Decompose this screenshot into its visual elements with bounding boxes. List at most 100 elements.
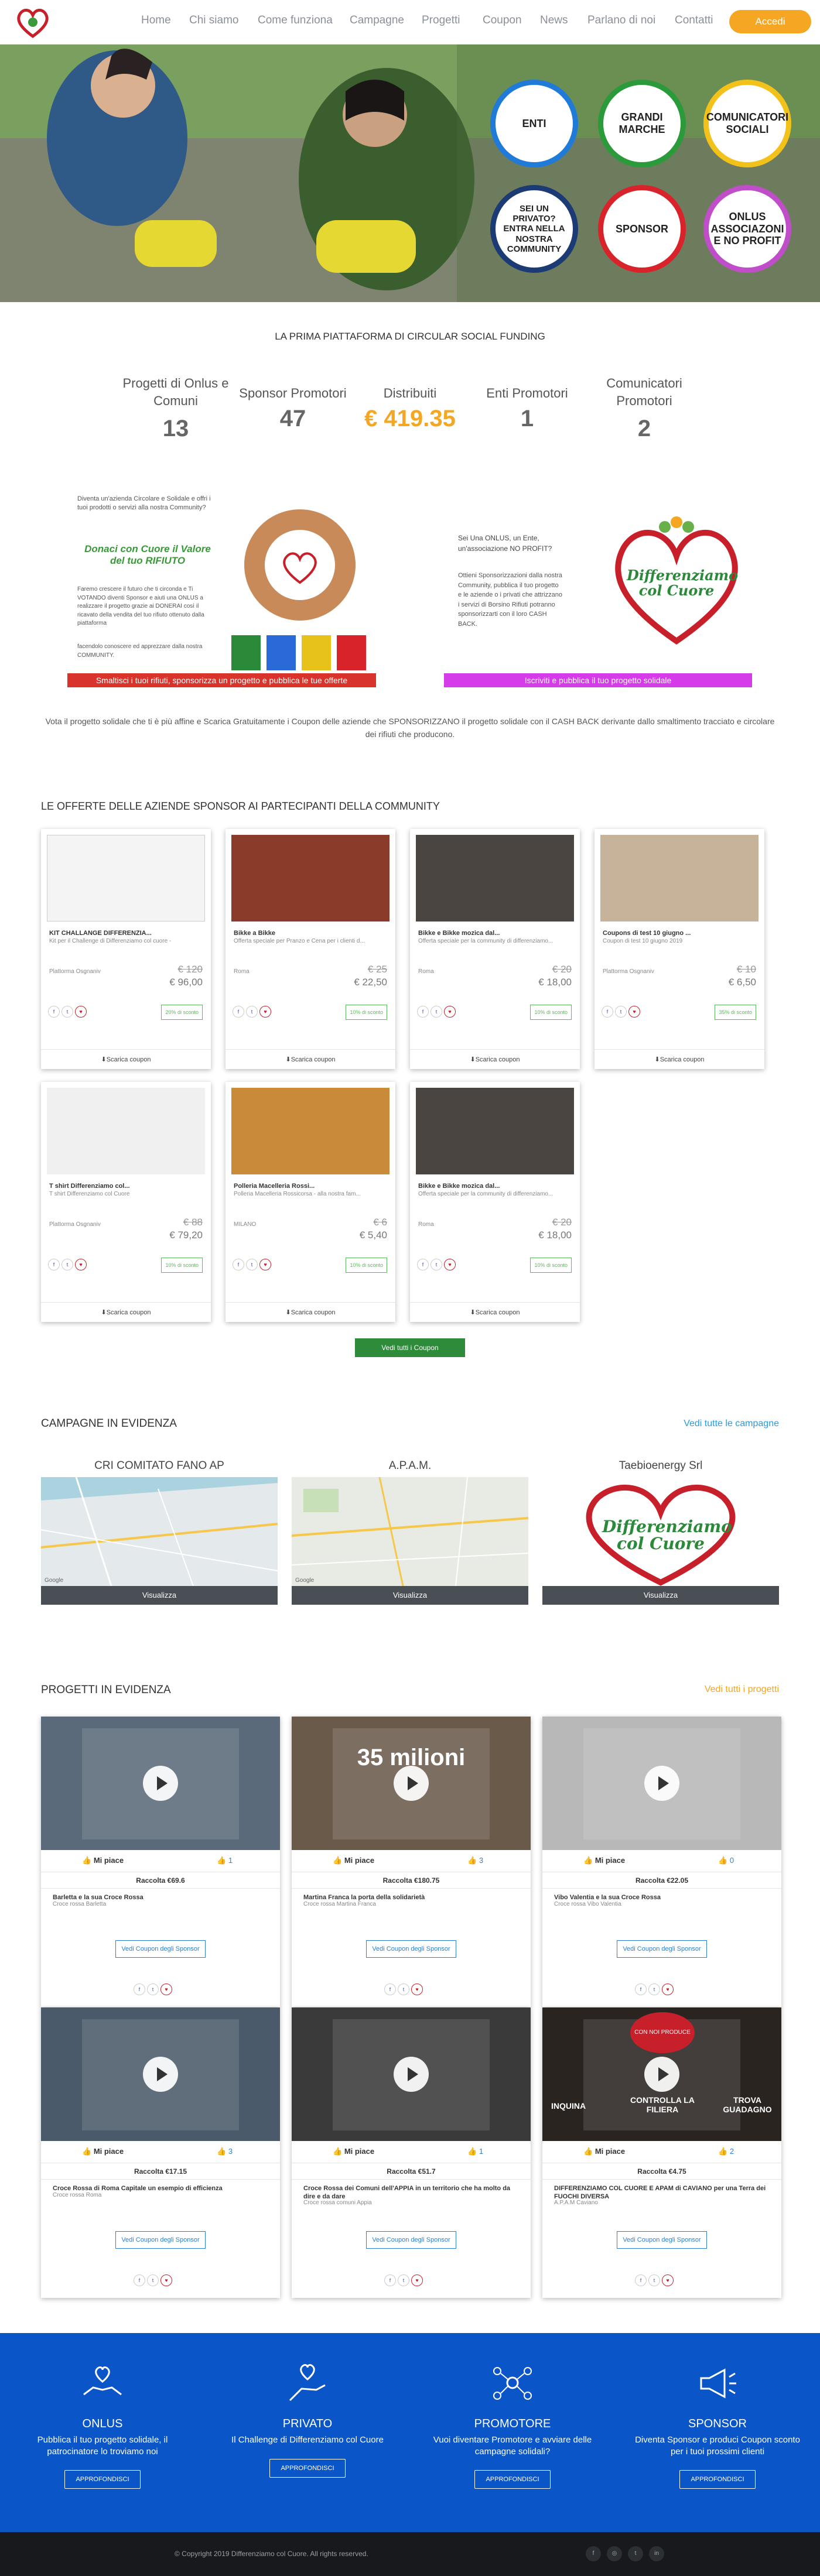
heart-logo-icon[interactable]: ♥ xyxy=(628,1006,640,1018)
twitter-share-icon[interactable]: t xyxy=(398,2274,409,2286)
like-button[interactable]: 👍 Mi piace xyxy=(333,2147,374,2156)
footer-approfondisci-button[interactable]: APPROFONDISCI xyxy=(269,2458,346,2478)
nav-come-funziona[interactable]: Come funziona xyxy=(258,14,333,27)
view-all-projects-link[interactable]: Vedi tutti i progetti xyxy=(674,1684,779,1695)
facebook-share-icon[interactable]: f xyxy=(233,1006,244,1018)
twitter-share-icon[interactable]: t xyxy=(615,1006,627,1018)
twitter-share-icon[interactable]: t xyxy=(430,1259,442,1270)
facebook-share-icon[interactable]: f xyxy=(635,2274,647,2286)
project-video[interactable] xyxy=(542,1717,781,1850)
footer-approfondisci-button[interactable]: APPROFONDISCI xyxy=(679,2470,756,2489)
facebook-share-icon[interactable]: f xyxy=(48,1259,60,1270)
project-card[interactable]: 👍 Mi piace 👍 1 Raccolta €51.7 Croce Rossa d… xyxy=(292,2008,531,2298)
download-coupon-button[interactable]: ⬇Scarica coupon xyxy=(226,1302,395,1322)
campaign-view-button[interactable]: Visualizza xyxy=(41,1586,278,1605)
view-sponsor-coupons-button[interactable]: Vedi Coupon degli Sponsor xyxy=(115,2231,206,2249)
campaign-card[interactable]: CRI COMITATO FANO AP Google Visualizza xyxy=(41,1460,278,1605)
heart-logo-icon[interactable]: ♥ xyxy=(444,1259,456,1270)
heart-logo-icon[interactable]: ♥ xyxy=(259,1006,271,1018)
offer-card[interactable]: Coupons di test 10 giugno ... Coupon di t… xyxy=(594,829,764,1069)
twitter-share-icon[interactable]: t xyxy=(246,1259,258,1270)
project-card[interactable]: CON NOI PRODUCE INQUINA CONTROLLA LA FILIE… xyxy=(542,2008,781,2298)
project-card[interactable]: 👍 Mi piace 👍 1 Raccolta €69.6 Barletta e la… xyxy=(41,1717,280,2007)
offer-card[interactable]: Bikke e Bikke mozica dal... Offerta speci… xyxy=(410,1082,580,1322)
nav-coupon[interactable]: Coupon xyxy=(483,14,522,27)
hero-circle-grandi-marche[interactable]: GRANDI MARCHE xyxy=(598,80,686,167)
nav-campagne[interactable]: Campagne xyxy=(350,14,404,27)
view-sponsor-coupons-button[interactable]: Vedi Coupon degli Sponsor xyxy=(366,2231,456,2249)
offer-card[interactable]: T shirt Differenziamo col... T shirt Diff… xyxy=(41,1082,211,1322)
twitter-icon[interactable]: t xyxy=(628,2546,643,2561)
offer-title[interactable]: KIT CHALLANGE DIFFERENZIA... xyxy=(49,930,203,937)
hero-circle-sponsor[interactable]: SPONSOR xyxy=(598,185,686,273)
twitter-share-icon[interactable]: t xyxy=(147,1984,159,1995)
nav-parlano-di-noi[interactable]: Parlano di noi xyxy=(587,14,655,27)
twitter-share-icon[interactable]: t xyxy=(430,1006,442,1018)
twitter-share-icon[interactable]: t xyxy=(62,1006,73,1018)
facebook-share-icon[interactable]: f xyxy=(635,1984,647,1995)
view-all-coupons-button[interactable]: Vedi tutti i Coupon xyxy=(355,1338,465,1357)
twitter-share-icon[interactable]: t xyxy=(62,1259,73,1270)
campaign-view-button[interactable]: Visualizza xyxy=(542,1586,779,1605)
site-logo[interactable] xyxy=(14,4,52,41)
twitter-share-icon[interactable]: t xyxy=(648,1984,660,1995)
nav-chi-siamo[interactable]: Chi siamo xyxy=(189,14,238,27)
twitter-share-icon[interactable]: t xyxy=(398,1984,409,1995)
play-icon[interactable] xyxy=(143,1766,178,1801)
heart-logo-icon[interactable]: ♥ xyxy=(160,1984,172,1995)
facebook-share-icon[interactable]: f xyxy=(384,2274,396,2286)
view-sponsor-coupons-button[interactable]: Vedi Coupon degli Sponsor xyxy=(617,2231,707,2249)
facebook-share-icon[interactable]: f xyxy=(602,1006,613,1018)
like-button[interactable]: 👍 Mi piace xyxy=(82,1856,124,1865)
play-icon[interactable] xyxy=(394,1766,429,1801)
offer-title[interactable]: Bikke e Bikke mozica dal... xyxy=(418,930,572,937)
facebook-icon[interactable]: f xyxy=(586,2546,601,2561)
offer-title[interactable]: Polleria Macelleria Rossi... xyxy=(234,1183,387,1190)
offer-image[interactable] xyxy=(416,1088,574,1174)
project-video[interactable] xyxy=(41,1717,280,1850)
facebook-share-icon[interactable]: f xyxy=(233,1259,244,1270)
footer-approfondisci-button[interactable]: APPROFONDISCI xyxy=(64,2470,141,2489)
project-video[interactable] xyxy=(41,2008,280,2141)
view-sponsor-coupons-button[interactable]: Vedi Coupon degli Sponsor xyxy=(366,1940,456,1958)
nav-home[interactable]: Home xyxy=(141,14,171,27)
instagram-icon[interactable]: ◎ xyxy=(607,2546,622,2561)
footer-approfondisci-button[interactable]: APPROFONDISCI xyxy=(474,2470,551,2489)
like-button[interactable]: 👍 Mi piace xyxy=(583,2147,625,2156)
download-coupon-button[interactable]: ⬇Scarica coupon xyxy=(594,1049,764,1069)
view-all-campaigns-link[interactable]: Vedi tutte le campagne xyxy=(681,1419,779,1429)
heart-logo-icon[interactable]: ♥ xyxy=(75,1259,87,1270)
download-coupon-button[interactable]: ⬇Scarica coupon xyxy=(410,1049,580,1069)
promo-right-button[interactable]: Iscriviti e pubblica il tuo progetto sol… xyxy=(444,673,752,687)
view-sponsor-coupons-button[interactable]: Vedi Coupon degli Sponsor xyxy=(617,1940,707,1958)
offer-title[interactable]: Coupons di test 10 giugno ... xyxy=(603,930,756,937)
play-icon[interactable] xyxy=(394,2057,429,2092)
hero-circle-onlus[interactable]: ONLUS ASSOCIAZONI E NO PROFIT xyxy=(703,185,791,273)
offer-image[interactable] xyxy=(231,1088,390,1174)
hero-circle-privato[interactable]: SEI UN PRIVATO? ENTRA NELLA NOSTRA COMMU… xyxy=(490,185,578,273)
promo-left-button[interactable]: Smaltisci i tuoi rifiuti, sponsorizza un… xyxy=(67,673,376,687)
project-video[interactable]: CON NOI PRODUCE INQUINA CONTROLLA LA FILIE… xyxy=(542,2008,781,2141)
play-icon[interactable] xyxy=(644,1766,679,1801)
offer-title[interactable]: Bikke e Bikke mozica dal... xyxy=(418,1183,572,1190)
offer-image[interactable] xyxy=(47,1088,205,1174)
download-coupon-button[interactable]: ⬇Scarica coupon xyxy=(410,1302,580,1322)
twitter-share-icon[interactable]: t xyxy=(147,2274,159,2286)
facebook-share-icon[interactable]: f xyxy=(134,1984,145,1995)
campaign-card[interactable]: Taebioenergy Srl Differenziamo col Cuore… xyxy=(542,1460,779,1605)
play-icon[interactable] xyxy=(644,2057,679,2092)
linkedin-icon[interactable]: in xyxy=(649,2546,664,2561)
project-card[interactable]: 35 milioni 👍 Mi piace 👍 3 Raccolta €180.75 M… xyxy=(292,1717,531,2007)
offer-image[interactable] xyxy=(47,835,205,922)
facebook-share-icon[interactable]: f xyxy=(417,1259,429,1270)
download-coupon-button[interactable]: ⬇Scarica coupon xyxy=(41,1049,211,1069)
offer-title[interactable]: Bikke a Bikke xyxy=(234,930,387,937)
heart-logo-icon[interactable]: ♥ xyxy=(160,2274,172,2286)
view-sponsor-coupons-button[interactable]: Vedi Coupon degli Sponsor xyxy=(115,1940,206,1958)
campaign-card[interactable]: A.P.A.M. Google Visualizza xyxy=(292,1460,528,1605)
project-title[interactable]: Croce Rossa dei Comuni dell'APPIA in un … xyxy=(303,2184,520,2201)
nav-news[interactable]: News xyxy=(540,14,568,27)
facebook-share-icon[interactable]: f xyxy=(48,1006,60,1018)
like-button[interactable]: 👍 Mi piace xyxy=(583,1856,625,1865)
like-button[interactable]: 👍 Mi piace xyxy=(82,2147,124,2156)
